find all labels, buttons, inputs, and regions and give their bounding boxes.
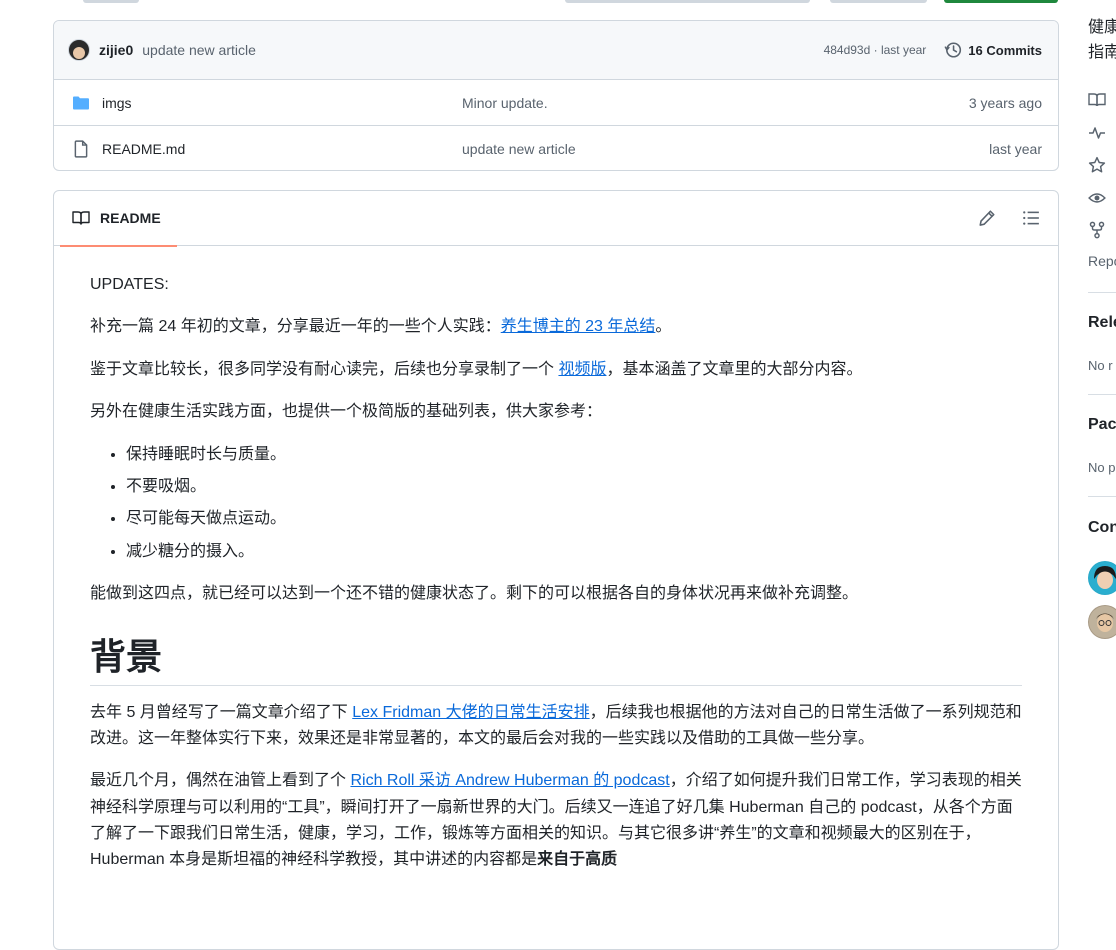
video-link[interactable]: 视频版 — [558, 361, 606, 378]
paragraph-5: 去年 5 月曾经写了一篇文章介绍了下 Lex Fridman 大佬的日常生活安排… — [90, 700, 1022, 753]
list-item: 减少糖分的摄入。 — [126, 539, 1022, 565]
top-cut-button-1[interactable] — [83, 0, 139, 3]
commit-message[interactable]: update new article — [142, 42, 256, 58]
pulse-icon[interactable] — [1088, 124, 1106, 142]
divider — [1088, 292, 1116, 293]
text: 去年 5 月曾经写了一篇文章介绍了下 — [90, 703, 353, 721]
about-line: 指南 — [1088, 43, 1116, 61]
updates-label: UPDATES: — [90, 276, 169, 293]
contributor-avatar-image — [1089, 562, 1116, 594]
divider — [1088, 496, 1116, 497]
readme-content: UPDATES: 补充一篇 24 年初的文章，分享最近一年的一些个人实践：养生博… — [54, 246, 1058, 874]
section-heading: 背景 — [90, 634, 1022, 686]
text: 补充一篇 24 年初的文章，分享最近一年的一些个人实践： — [90, 318, 501, 336]
latest-commit-bar: zijie0 update new article 484d93d · last… — [54, 21, 1058, 80]
file-listing: zijie0 update new article 484d93d · last… — [53, 20, 1059, 171]
top-cut-button-4[interactable] — [944, 0, 1058, 3]
releases-heading[interactable]: Rele — [1088, 314, 1116, 332]
text: 鉴于文章比较长，很多同学没有耐心读完，后续也分享录制了一个 — [90, 360, 559, 378]
outline-list-icon[interactable] — [1022, 209, 1040, 227]
top-cut-button-3[interactable] — [830, 0, 927, 3]
list-item: 尽可能每天做点运动。 — [126, 506, 1022, 532]
contributors-heading[interactable]: Con — [1088, 519, 1116, 537]
folder-icon — [73, 96, 89, 109]
about-line: 健康 — [1088, 19, 1116, 36]
paragraph-4: 能做到这四点，就已经可以达到一个还不错的健康状态了。剩下的可以根据各自的身体状况… — [90, 585, 859, 603]
podcast-link[interactable]: Rich Roll 采访 Andrew Huberman 的 podcast — [350, 772, 669, 789]
report-repo-link[interactable]: Repo — [1088, 253, 1116, 269]
book-icon[interactable] — [1088, 91, 1106, 109]
eye-icon[interactable] — [1088, 189, 1106, 207]
commits-history-link[interactable]: 16 Commits — [944, 41, 1042, 59]
bold-text: 来自于高质 — [537, 851, 618, 869]
paragraph-6: 最近几个月，偶然在油管上看到了个 Rich Roll 采访 Andrew Hub… — [90, 768, 1022, 874]
contributor-avatar[interactable] — [1088, 605, 1116, 639]
paragraph-1: 补充一篇 24 年初的文章，分享最近一年的一些个人实践：养生博主的 23 年总结… — [90, 314, 1022, 340]
file-time: 3 years ago — [968, 94, 1042, 111]
list-item: 不要吸烟。 — [126, 474, 1022, 500]
readme-panel: README UPDATES: 补充一篇 24 年初的文章，分享最近一年的一些个… — [53, 190, 1059, 950]
contributor-avatar[interactable] — [1088, 561, 1116, 595]
commit-author[interactable]: zijie0 — [99, 42, 133, 58]
file-name[interactable]: README.md — [102, 141, 462, 157]
paragraph-3: 另外在健康生活实践方面，也提供一个极简版的基础列表，供大家参考： — [90, 403, 603, 421]
history-icon — [944, 42, 962, 58]
text: 。 — [655, 318, 672, 336]
packages-text: No p — [1088, 460, 1116, 475]
book-icon — [72, 211, 90, 225]
fork-icon[interactable] — [1088, 221, 1106, 239]
commits-count: 16 Commits — [968, 42, 1042, 58]
divider — [1088, 394, 1116, 395]
file-row[interactable]: README.md update new article last year — [54, 126, 1058, 170]
file-row[interactable]: imgs Minor update. 3 years ago — [54, 80, 1058, 126]
packages-heading[interactable]: Pac — [1088, 416, 1116, 434]
author-avatar[interactable] — [68, 39, 90, 61]
top-cut-button-2[interactable] — [565, 0, 810, 3]
readme-header: README — [54, 191, 1058, 247]
readme-tab-label: README — [100, 210, 161, 226]
commit-hash-time[interactable]: 484d93d · last year — [824, 43, 927, 57]
pencil-icon[interactable] — [978, 209, 996, 227]
star-icon[interactable] — [1088, 156, 1106, 174]
releases-text: No r — [1088, 358, 1113, 373]
file-commit-message[interactable]: update new article — [462, 141, 989, 157]
paragraph-2: 鉴于文章比较长，很多同学没有耐心读完，后续也分享录制了一个 视频版，基本涵盖了文… — [90, 357, 1022, 383]
list-item: 保持睡眠时长与质量。 — [126, 442, 1022, 468]
file-commit-message[interactable]: Minor update. — [462, 95, 969, 111]
right-sidebar: 健康 指南 Repo Rele No r Pac No p Con — [1088, 0, 1116, 930]
text: 最近几个月，偶然在油管上看到了个 — [90, 772, 351, 790]
file-name[interactable]: imgs — [102, 95, 462, 111]
file-icon — [74, 140, 88, 158]
contributor-avatar-image — [1089, 606, 1116, 638]
file-time: last year — [989, 141, 1042, 157]
lex-fridman-link[interactable]: Lex Fridman 大佬的日常生活安排 — [352, 704, 589, 721]
readme-tab[interactable]: README — [60, 191, 177, 247]
about-description: 健康 指南 — [1088, 16, 1116, 66]
text: ，基本涵盖了文章里的大部分内容。 — [606, 360, 863, 378]
health-list: 保持睡眠时长与质量。 不要吸烟。 尽可能每天做点运动。 减少糖分的摄入。 — [90, 442, 1022, 566]
summary-link[interactable]: 养生博主的 23 年总结 — [501, 318, 656, 335]
readme-tools — [978, 209, 1040, 227]
